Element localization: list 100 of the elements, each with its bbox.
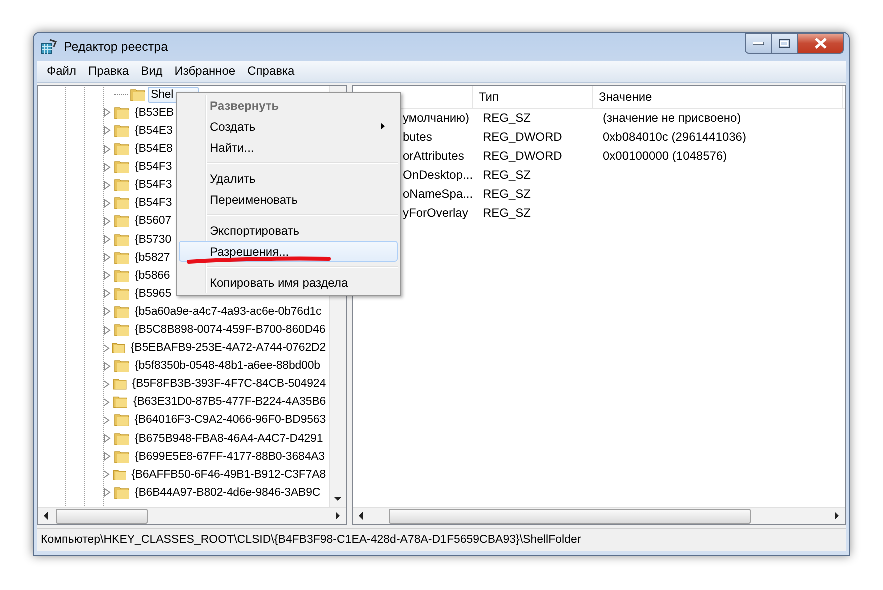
- tree-item[interactable]: {B675B948-FBA8-46A4-A4C7-D4291: [132, 430, 326, 447]
- table-cell-text: REG_SZ: [482, 206, 532, 220]
- expand-icon[interactable]: [104, 126, 110, 136]
- table-cell-text: (значение не присвоено): [602, 111, 742, 126]
- tree-item[interactable]: {b5a60a9e-a4c7-4a93-ac6e-0b76d1c: [132, 304, 325, 320]
- tree-item[interactable]: {B6AFFB50-6F46-49B1-B912-C3F7A8: [128, 466, 329, 483]
- table-cell-text: oNameSpa...: [403, 187, 474, 202]
- table-cell-text: REG_SZ: [482, 111, 532, 126]
- tree-item[interactable]: {B5EBAFB9-253E-4A72-A744-0762D2: [128, 340, 329, 356]
- table-cell-text: OnDesktop...: [403, 168, 474, 182]
- expand-icon[interactable]: [104, 162, 110, 172]
- scrollbar-thumb[interactable]: [56, 508, 148, 524]
- expand-icon[interactable]: [104, 271, 110, 280]
- tree-item[interactable]: {B54E3: [132, 122, 176, 139]
- expand-icon[interactable]: [104, 326, 110, 335]
- tree-item[interactable]: {b5f8350b-0548-48b1-a6ee-88bd00b: [132, 358, 324, 374]
- tree-item[interactable]: {B5C8B898-0074-459F-B700-860D46: [132, 322, 329, 338]
- expand-icon[interactable]: [104, 434, 110, 444]
- table-cell-text: REG_SZ: [482, 187, 532, 202]
- context-menu-item[interactable]: Найти...: [179, 137, 398, 158]
- folder-icon: [114, 160, 130, 174]
- tree-item[interactable]: {B5965: [132, 286, 174, 302]
- folder-icon: [114, 413, 130, 428]
- table-cell-text: REG_SZ: [482, 168, 532, 182]
- folder-icon: [112, 468, 127, 482]
- context-menu-item[interactable]: Экспортировать: [179, 220, 398, 241]
- maximize-icon: [779, 39, 790, 48]
- expand-icon[interactable]: [104, 289, 110, 298]
- expand-icon[interactable]: [104, 253, 110, 262]
- folder-icon: [113, 395, 128, 410]
- expand-icon[interactable]: [104, 488, 110, 498]
- tree-item[interactable]: {B54F3: [132, 177, 176, 194]
- folder-icon: [114, 178, 130, 192]
- tree-item[interactable]: {B699E5E8-67FF-4177-88B0-3684A3: [132, 448, 328, 465]
- folder-icon: [112, 341, 126, 356]
- expand-icon[interactable]: [102, 470, 110, 480]
- maximize-button[interactable]: [772, 33, 798, 54]
- horizontal-scrollbar[interactable]: [38, 507, 346, 524]
- column-header[interactable]: Тип: [473, 86, 593, 108]
- expand-icon[interactable]: [104, 144, 110, 154]
- folder-icon: [114, 106, 130, 120]
- tree-item[interactable]: {B5F8FB3B-393F-4F7C-84CB-504924: [129, 376, 329, 392]
- folder-icon: [114, 232, 130, 247]
- table-cell-text: yForOverlay: [403, 206, 470, 220]
- expand-icon[interactable]: [104, 235, 110, 244]
- tree-item[interactable]: {B54F3: [132, 159, 176, 176]
- folder-icon: [130, 88, 146, 102]
- expand-icon[interactable]: [104, 452, 110, 462]
- menu-bar-item[interactable]: Избранное: [168, 64, 242, 78]
- expand-icon[interactable]: [104, 108, 110, 118]
- expand-icon[interactable]: [104, 198, 110, 208]
- tree-item[interactable]: {b5866: [132, 268, 174, 284]
- folder-icon: [114, 124, 130, 138]
- folder-icon: [114, 214, 130, 228]
- expand-icon[interactable]: [102, 344, 110, 353]
- expand-icon[interactable]: [104, 216, 110, 226]
- tree-item[interactable]: {B53EB: [132, 104, 178, 121]
- horizontal-scrollbar[interactable]: [353, 507, 845, 524]
- expand-icon[interactable]: [102, 380, 110, 389]
- folder-icon: [114, 268, 130, 283]
- close-button[interactable]: [798, 33, 844, 54]
- tree-item[interactable]: {B54E8: [132, 141, 176, 158]
- column-header[interactable]: Значение: [593, 86, 843, 108]
- folder-icon: [114, 359, 130, 374]
- context-menu-item[interactable]: Копировать имя раздела: [179, 272, 398, 293]
- context-menu-item[interactable]: Создать: [179, 116, 398, 137]
- table-cell-text: REG_DWORD: [482, 130, 564, 144]
- expand-icon[interactable]: [104, 307, 110, 316]
- folder-icon: [114, 304, 130, 319]
- table-cell-text: butes: [403, 130, 434, 144]
- menu-bar-item[interactable]: Файл: [41, 64, 83, 78]
- scrollbar-thumb[interactable]: [389, 508, 751, 524]
- table-cell-text: REG_DWORD: [482, 149, 564, 164]
- context-menu-item[interactable]: Удалить: [179, 168, 398, 189]
- folder-icon: [114, 450, 130, 464]
- minimize-button[interactable]: [745, 33, 772, 54]
- folder-icon: [114, 142, 130, 156]
- tree-item[interactable]: {B5730: [132, 232, 174, 248]
- menu-bar-item[interactable]: Справка: [242, 64, 301, 78]
- menu-bar-item[interactable]: Правка: [82, 64, 136, 78]
- expand-icon[interactable]: [104, 362, 110, 371]
- folder-icon: [114, 286, 130, 301]
- expand-icon[interactable]: [103, 398, 110, 407]
- tree-item[interactable]: {B5607: [132, 213, 174, 230]
- expand-icon[interactable]: [104, 180, 110, 190]
- tree-item[interactable]: {B64016F3-C9A2-4066-96F0-BD9563: [132, 412, 329, 428]
- registry-icon: [40, 38, 58, 56]
- folder-icon: [114, 323, 130, 338]
- menu-bar-item[interactable]: Вид: [135, 64, 169, 78]
- context-menu-item[interactable]: Переименовать: [179, 189, 398, 210]
- folder-icon: [114, 196, 130, 210]
- status-bar: Компьютер\HKEY_CLASSES_ROOT\CLSID\{B4FB3F98-C1EA-428d-A78A-D1F5659CBA93}\ShellFolder: [37, 528, 846, 552]
- expand-icon[interactable]: [103, 416, 110, 425]
- tree-item[interactable]: {b5827: [132, 250, 174, 266]
- tree-item[interactable]: {B63E31D0-87B5-477F-B224-4A35B6: [130, 394, 329, 410]
- tree-item[interactable]: {B6B44A97-B802-4d6e-9846-3AB9C: [132, 484, 324, 501]
- table-cell-text: orAttributes: [403, 149, 466, 164]
- folder-icon: [112, 377, 128, 392]
- tree-item[interactable]: {B54F3: [132, 195, 176, 212]
- submenu-arrow-icon: [381, 123, 385, 130]
